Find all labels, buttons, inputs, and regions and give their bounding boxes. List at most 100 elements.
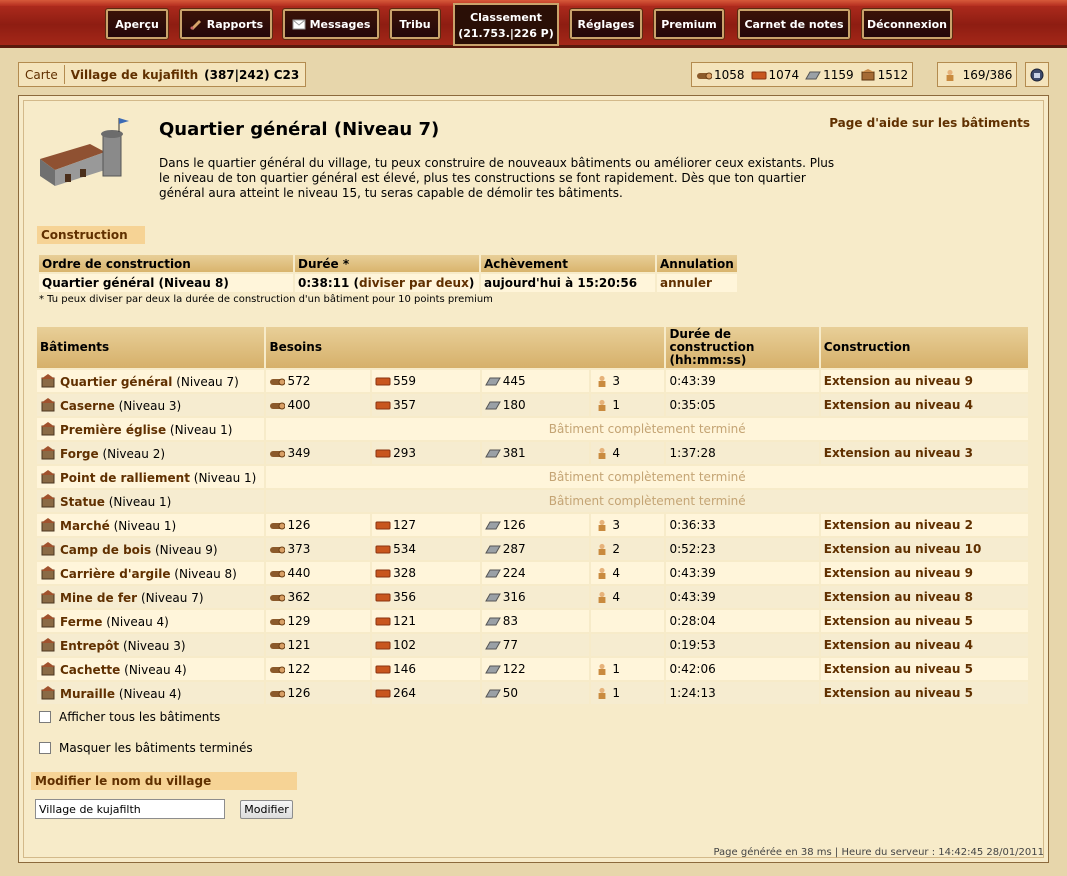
main-content: Quartier général (Niveau 7) Page d'aide …: [18, 95, 1049, 863]
building-name-link[interactable]: Statue: [60, 495, 105, 509]
buildings-header-row: Bâtiments Besoins Durée de construction …: [37, 327, 1028, 368]
population-box: 169/386: [937, 62, 1017, 87]
building-row: Première église (Niveau 1) Bâtiment compl…: [37, 418, 1028, 440]
iron-icon: [484, 521, 501, 530]
village-name-link[interactable]: Village de kujafilth: [71, 68, 198, 82]
nav-messages[interactable]: Messages: [282, 8, 380, 40]
building-level: (Niveau 2): [102, 447, 166, 461]
building-name-link[interactable]: Caserne: [60, 399, 115, 413]
building-name-link[interactable]: Muraille: [60, 687, 115, 701]
upgrade-link[interactable]: Extension au niveau 5: [824, 686, 973, 700]
nav-notebook-label: Carnet de notes: [744, 17, 844, 31]
queue-duration-cell: 0:38:11 (diviser par deux): [295, 274, 479, 292]
upgrade-link[interactable]: Extension au niveau 5: [824, 614, 973, 628]
show-all-checkbox[interactable]: [39, 711, 51, 723]
nav-logout[interactable]: Déconnexion: [861, 8, 953, 40]
nav-overview[interactable]: Aperçu: [105, 8, 169, 40]
iron-icon: [805, 71, 821, 79]
iron-icon: [484, 401, 501, 410]
iron-cost: 126: [481, 514, 590, 536]
queue-duration: 0:38:11: [298, 276, 350, 290]
clay-icon: [375, 377, 391, 386]
nav-ranking[interactable]: Classement (21.753.|226 P): [453, 3, 559, 46]
building-name-link[interactable]: Camp de bois: [60, 543, 151, 557]
upgrade-link[interactable]: Extension au niveau 9: [824, 374, 973, 388]
build-duration: 0:43:39: [666, 562, 819, 584]
nav-notebook[interactable]: Carnet de notes: [737, 8, 851, 40]
iron-cost-value: 83: [502, 614, 518, 628]
nav-reports[interactable]: Rapports: [179, 8, 273, 40]
village-name-input[interactable]: [35, 799, 225, 819]
building-name-link[interactable]: Quartier général: [60, 375, 172, 389]
building-name-cell: Muraille (Niveau 4): [37, 682, 265, 704]
upgrade-link-cell: Extension au niveau 4: [820, 634, 1028, 656]
queue-header-completion: Achèvement: [481, 255, 655, 272]
attack-alert-button[interactable]: [1025, 62, 1049, 87]
building-name-link[interactable]: Marché: [60, 519, 110, 533]
map-link[interactable]: Carte: [25, 68, 58, 82]
wood-icon: [270, 690, 286, 698]
upgrade-link[interactable]: Extension au niveau 3: [824, 446, 973, 460]
upgrade-link-cell: Extension au niveau 5: [820, 610, 1028, 632]
wood-cost: 121: [266, 634, 371, 656]
building-level: (Niveau 1): [108, 495, 172, 509]
building-name-link[interactable]: Ferme: [60, 615, 102, 629]
header-duration: Durée de construction (hh:mm:ss): [666, 327, 819, 368]
building-row: Cachette (Niveau 4) 122 146 122 1 0:42:06 Exte…: [37, 658, 1028, 680]
storage-resource: 1512: [860, 68, 908, 82]
market-icon: [41, 518, 55, 532]
upgrade-link[interactable]: Extension au niveau 4: [824, 398, 973, 412]
upgrade-link[interactable]: Extension au niveau 8: [824, 590, 973, 604]
building-row: Ferme (Niveau 4) 129 121 83 0:28:04 Extension…: [37, 610, 1028, 632]
building-name-link[interactable]: Mine de fer: [60, 591, 137, 605]
building-name-link[interactable]: Carrière d'argile: [60, 567, 170, 581]
building-name-link[interactable]: Forge: [60, 447, 99, 461]
wood-cost-value: 572: [287, 374, 311, 388]
wood-icon: [270, 570, 286, 578]
rename-button[interactable]: Modifier: [240, 800, 293, 819]
building-name-link[interactable]: Point de ralliement: [60, 471, 190, 485]
hide-done-checkbox[interactable]: [39, 742, 51, 754]
upgrade-link[interactable]: Extension au niveau 4: [824, 638, 973, 652]
wood-cost-value: 440: [287, 566, 311, 580]
buildings-help-link[interactable]: Page d'aide sur les bâtiments: [829, 116, 1030, 130]
iron-cost: 224: [481, 562, 590, 584]
rename-village-label: Modifier le nom du village: [31, 772, 297, 790]
building-name-link[interactable]: Cachette: [60, 663, 120, 677]
clay-cost-value: 293: [393, 446, 416, 460]
build-duration: 0:52:23: [666, 538, 819, 560]
building-name-link[interactable]: Entrepôt: [60, 639, 119, 653]
nav-premium[interactable]: Premium: [653, 8, 725, 40]
upgrade-link[interactable]: Extension au niveau 9: [824, 566, 973, 580]
nav-tribe[interactable]: Tribu: [389, 8, 441, 40]
iron-icon: [484, 593, 501, 602]
iron-icon: [484, 641, 501, 650]
build-duration: 0:36:33: [666, 514, 819, 536]
wood-cost: 349: [266, 442, 371, 464]
build-duration: 0:43:39: [666, 370, 819, 392]
population-icon: [598, 519, 606, 531]
wood-icon: [697, 72, 712, 79]
building-level: (Niveau 8): [174, 567, 237, 581]
build-duration: 0:42:06: [666, 658, 819, 680]
building-row: Entrepôt (Niveau 3) 121 102 77 0:19:53 Extens…: [37, 634, 1028, 656]
building-name-cell: Cachette (Niveau 4): [37, 658, 265, 680]
building-name-cell: Carrière d'argile (Niveau 8): [37, 562, 265, 584]
upgrade-link[interactable]: Extension au niveau 2: [824, 518, 973, 532]
population-icon: [946, 69, 953, 81]
pop-cost-value: 2: [612, 542, 620, 556]
building-complete: Bâtiment complètement terminé: [266, 490, 1028, 512]
upgrade-link[interactable]: Extension au niveau 5: [824, 662, 973, 676]
pop-cost: 4: [591, 586, 665, 608]
upgrade-link-cell: Extension au niveau 9: [820, 370, 1028, 392]
show-all-option[interactable]: Afficher tous les bâtiments: [39, 710, 220, 724]
building-name-link[interactable]: Première église: [60, 423, 166, 437]
hide-done-option[interactable]: Masquer les bâtiments terminés: [39, 741, 253, 755]
nav-settings[interactable]: Réglages: [569, 8, 643, 40]
upgrade-link[interactable]: Extension au niveau 10: [824, 542, 982, 556]
cancel-link[interactable]: annuler: [660, 276, 712, 290]
iron-resource: 1159: [805, 68, 854, 82]
wood-cost-value: 126: [287, 686, 311, 700]
iron-cost-value: 180: [502, 398, 526, 412]
halve-time-link[interactable]: diviser par deux: [359, 276, 469, 290]
